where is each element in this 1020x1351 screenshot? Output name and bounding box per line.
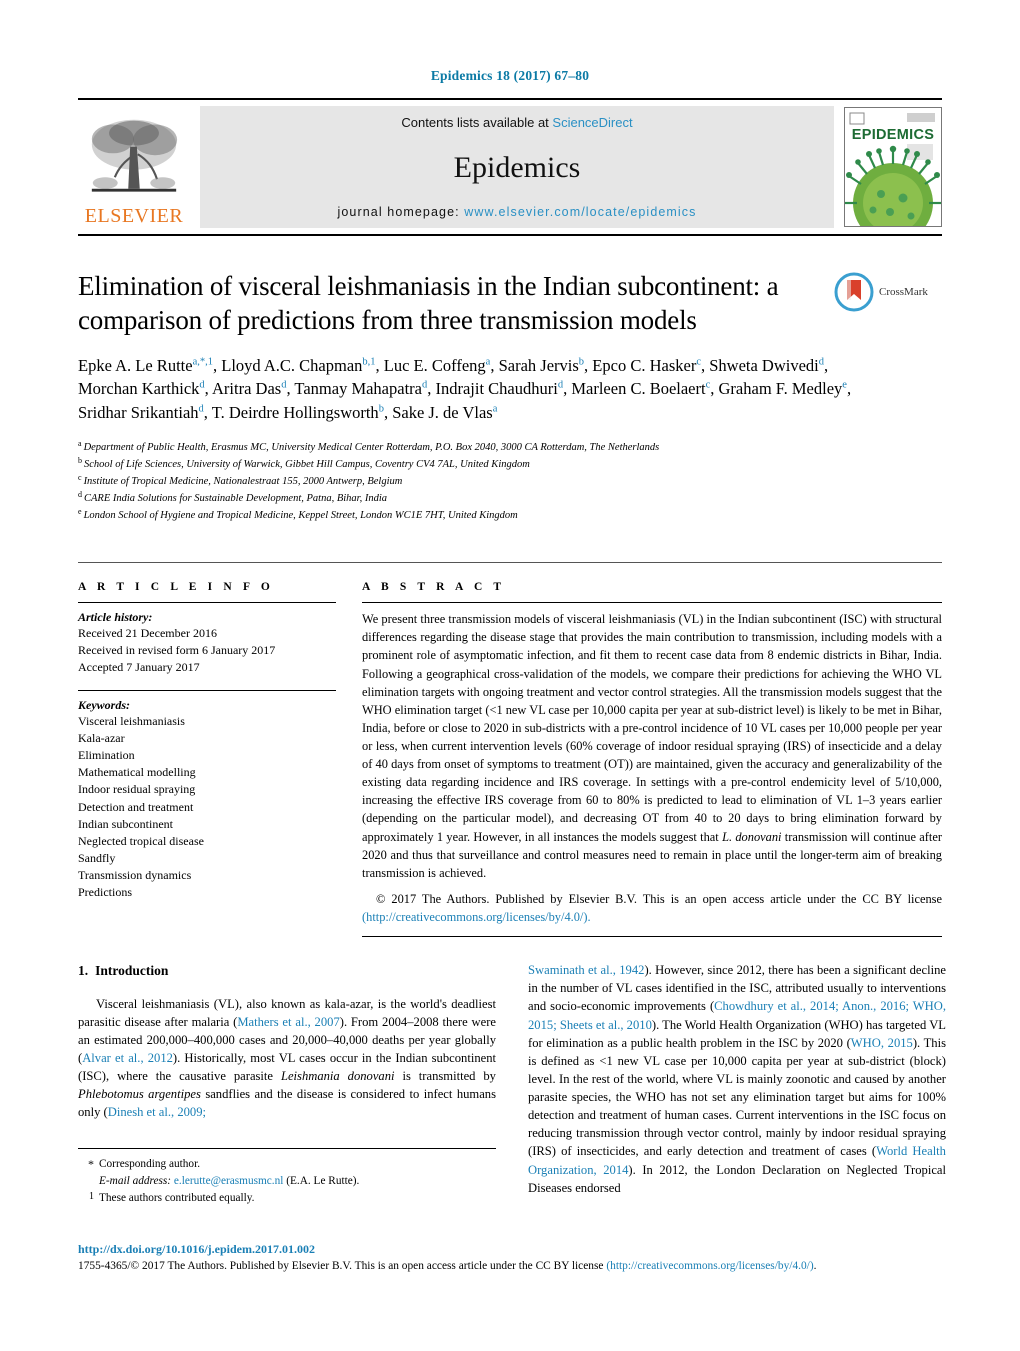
article-history-item: Received in revised form 6 January 2017 xyxy=(78,643,276,658)
footnote-marker-one: 1 xyxy=(89,1190,94,1202)
affiliation-marker: a xyxy=(78,438,82,448)
footnote-marker-star: * xyxy=(88,1157,94,1171)
footnote-equal-text: These authors contributed equally. xyxy=(99,1191,255,1204)
affiliation-marker: c xyxy=(78,472,82,482)
article-history-item: Received 21 December 2016 xyxy=(78,626,217,641)
article-info-heading: A R T I C L E I N F O xyxy=(78,581,274,594)
divider xyxy=(362,936,942,938)
article-info-column: A R T I C L E I N F O Article history: R… xyxy=(78,581,336,937)
email-link[interactable]: e.lerutte@erasmusmc.nl xyxy=(174,1175,284,1187)
footnote-corresponding-text: Corresponding author. xyxy=(99,1158,201,1170)
keyword-item: Neglected tropical disease xyxy=(78,833,204,848)
article-history-item: Accepted 7 January 2017 xyxy=(78,660,200,675)
copyright-text: © 2017 The Authors. Published by Elsevie… xyxy=(376,891,942,906)
keyword-item: Visceral leishmaniasis xyxy=(78,714,185,729)
keyword-item: Indian subcontinent xyxy=(78,816,173,831)
footnote-email-row: E-mail address: e.lerutte@erasmusmc.nl (… xyxy=(78,1173,496,1189)
abstract-heading: A B S T R A C T xyxy=(362,581,506,594)
license-link[interactable]: (http://creativecommons.org/licenses/by/… xyxy=(362,910,591,924)
affiliation-marker: b xyxy=(78,455,82,465)
title-block: Elimination of visceral leishmaniasis in… xyxy=(78,270,942,524)
contents-available-line: Contents lists available at ScienceDirec… xyxy=(401,115,632,130)
divider xyxy=(362,602,942,604)
intro-paragraph-right: Swaminath et al., 1942). However, since … xyxy=(528,963,947,1195)
body-column-right: Swaminath et al., 1942). However, since … xyxy=(528,961,946,1197)
abstract-text: We present three transmission models of … xyxy=(362,612,943,880)
intro-paragraph-left: Visceral leishmaniasis (VL), also known … xyxy=(78,996,497,1120)
email-address-label: E-mail address: xyxy=(99,1175,172,1188)
affiliation-item: a Department of Public Health, Erasmus MC… xyxy=(78,438,660,454)
keyword-item: Transmission dynamics xyxy=(78,867,192,882)
keyword-item: Kala-azar xyxy=(78,731,125,746)
affiliation-marker: d xyxy=(78,489,82,499)
crossmark-badge[interactable]: CrossMark xyxy=(834,272,942,312)
abstract-column: A B S T R A C T We present three transmi… xyxy=(362,581,943,938)
journal-cover-thumbnail: EPIDEMICS xyxy=(844,107,942,227)
section-heading-introduction: 1. Introduction xyxy=(78,961,496,980)
section-title: Introduction xyxy=(95,963,169,979)
keyword-item: Indoor residual spraying xyxy=(78,782,196,797)
section-number: 1. xyxy=(78,963,89,979)
page-footer: http://dx.doi.org/10.1016/j.epidem.2017.… xyxy=(78,1240,942,1275)
footnote-equal-contribution: 1 These authors contributed equally. xyxy=(78,1190,496,1206)
journal-homepage-link[interactable]: www.elsevier.com/locate/epidemics xyxy=(464,205,696,219)
divider xyxy=(78,602,336,604)
affiliation-item: e London School of Hygiene and Tropical M… xyxy=(78,506,518,522)
divider xyxy=(78,690,336,692)
homepage-prefix: journal homepage: xyxy=(337,205,465,219)
affiliation-item: b School of Life Sciences, University of … xyxy=(78,455,530,471)
affiliation-list: a Department of Public Health, Erasmus MC… xyxy=(78,439,942,524)
sciencedirect-link[interactable]: ScienceDirect xyxy=(552,115,632,130)
footnote-block: * Corresponding author. E-mail address: … xyxy=(78,1148,496,1206)
issn-text: 1755-4365/© 2017 The Authors. Published … xyxy=(78,1260,607,1272)
keyword-item: Detection and treatment xyxy=(78,799,194,814)
affiliation-item: c Institute of Tropical Medicine, Nationa… xyxy=(78,472,403,488)
abstract-copyright: © 2017 The Authors. Published by Elsevie… xyxy=(362,890,942,926)
journal-cover-art: EPIDEMICS xyxy=(845,108,941,226)
footer-license-tail: . xyxy=(813,1260,817,1272)
keywords-label: Keywords: xyxy=(78,698,130,713)
masthead-center-panel: Contents lists available at ScienceDirec… xyxy=(200,106,834,228)
keyword-item: Predictions xyxy=(78,884,132,899)
footer-license-link[interactable]: (http://creativecommons.org/licenses/by/… xyxy=(606,1260,813,1272)
journal-title: Epidemics xyxy=(453,150,581,184)
paper-page: Epidemics 18 (2017) 67–80 ELSEVIER Conte… xyxy=(0,0,1020,1351)
author-list: Epke A. Le Ruttea,*,1, Lloyd A.C. Chapma… xyxy=(78,355,852,423)
affiliation-marker: e xyxy=(78,506,82,516)
elsevier-tree-icon xyxy=(91,119,178,192)
contents-prefix: Contents lists available at xyxy=(401,115,553,130)
svg-text:EPIDEMICS: EPIDEMICS xyxy=(852,127,934,143)
keyword-item: Elimination xyxy=(78,748,135,763)
issn-copyright-line: 1755-4365/© 2017 The Authors. Published … xyxy=(78,1258,942,1275)
journal-homepage-line: journal homepage: www.elsevier.com/locat… xyxy=(337,205,696,219)
journal-masthead: ELSEVIER Contents lists available at Sci… xyxy=(78,98,942,236)
info-abstract-region: A R T I C L E I N F O Article history: R… xyxy=(78,562,943,938)
affiliation-item: d CARE India Solutions for Sustainable De… xyxy=(78,489,388,505)
crossmark-icon xyxy=(834,272,874,312)
doi-link[interactable]: http://dx.doi.org/10.1016/j.epidem.2017.… xyxy=(78,1240,942,1258)
article-history-list: Received 21 December 2016 Received in rev… xyxy=(78,625,336,676)
elsevier-logo: ELSEVIER xyxy=(78,106,190,228)
article-history-label: Article history: xyxy=(78,610,153,625)
crossmark-label: CrossMark xyxy=(879,286,928,298)
footnote-corresponding-author: * Corresponding author. xyxy=(78,1156,496,1173)
running-head: Epidemics 18 (2017) 67–80 xyxy=(430,68,590,83)
elsevier-wordmark: ELSEVIER xyxy=(84,205,184,227)
keyword-item: Mathematical modelling xyxy=(78,765,196,780)
keyword-item: Sandfly xyxy=(78,850,116,865)
email-owner: (E.A. Le Rutte). xyxy=(286,1175,360,1188)
page-title: Elimination of visceral leishmaniasis in… xyxy=(78,271,779,335)
keyword-list: Visceral leishmaniasis Kala-azar Eliminati… xyxy=(78,713,336,900)
